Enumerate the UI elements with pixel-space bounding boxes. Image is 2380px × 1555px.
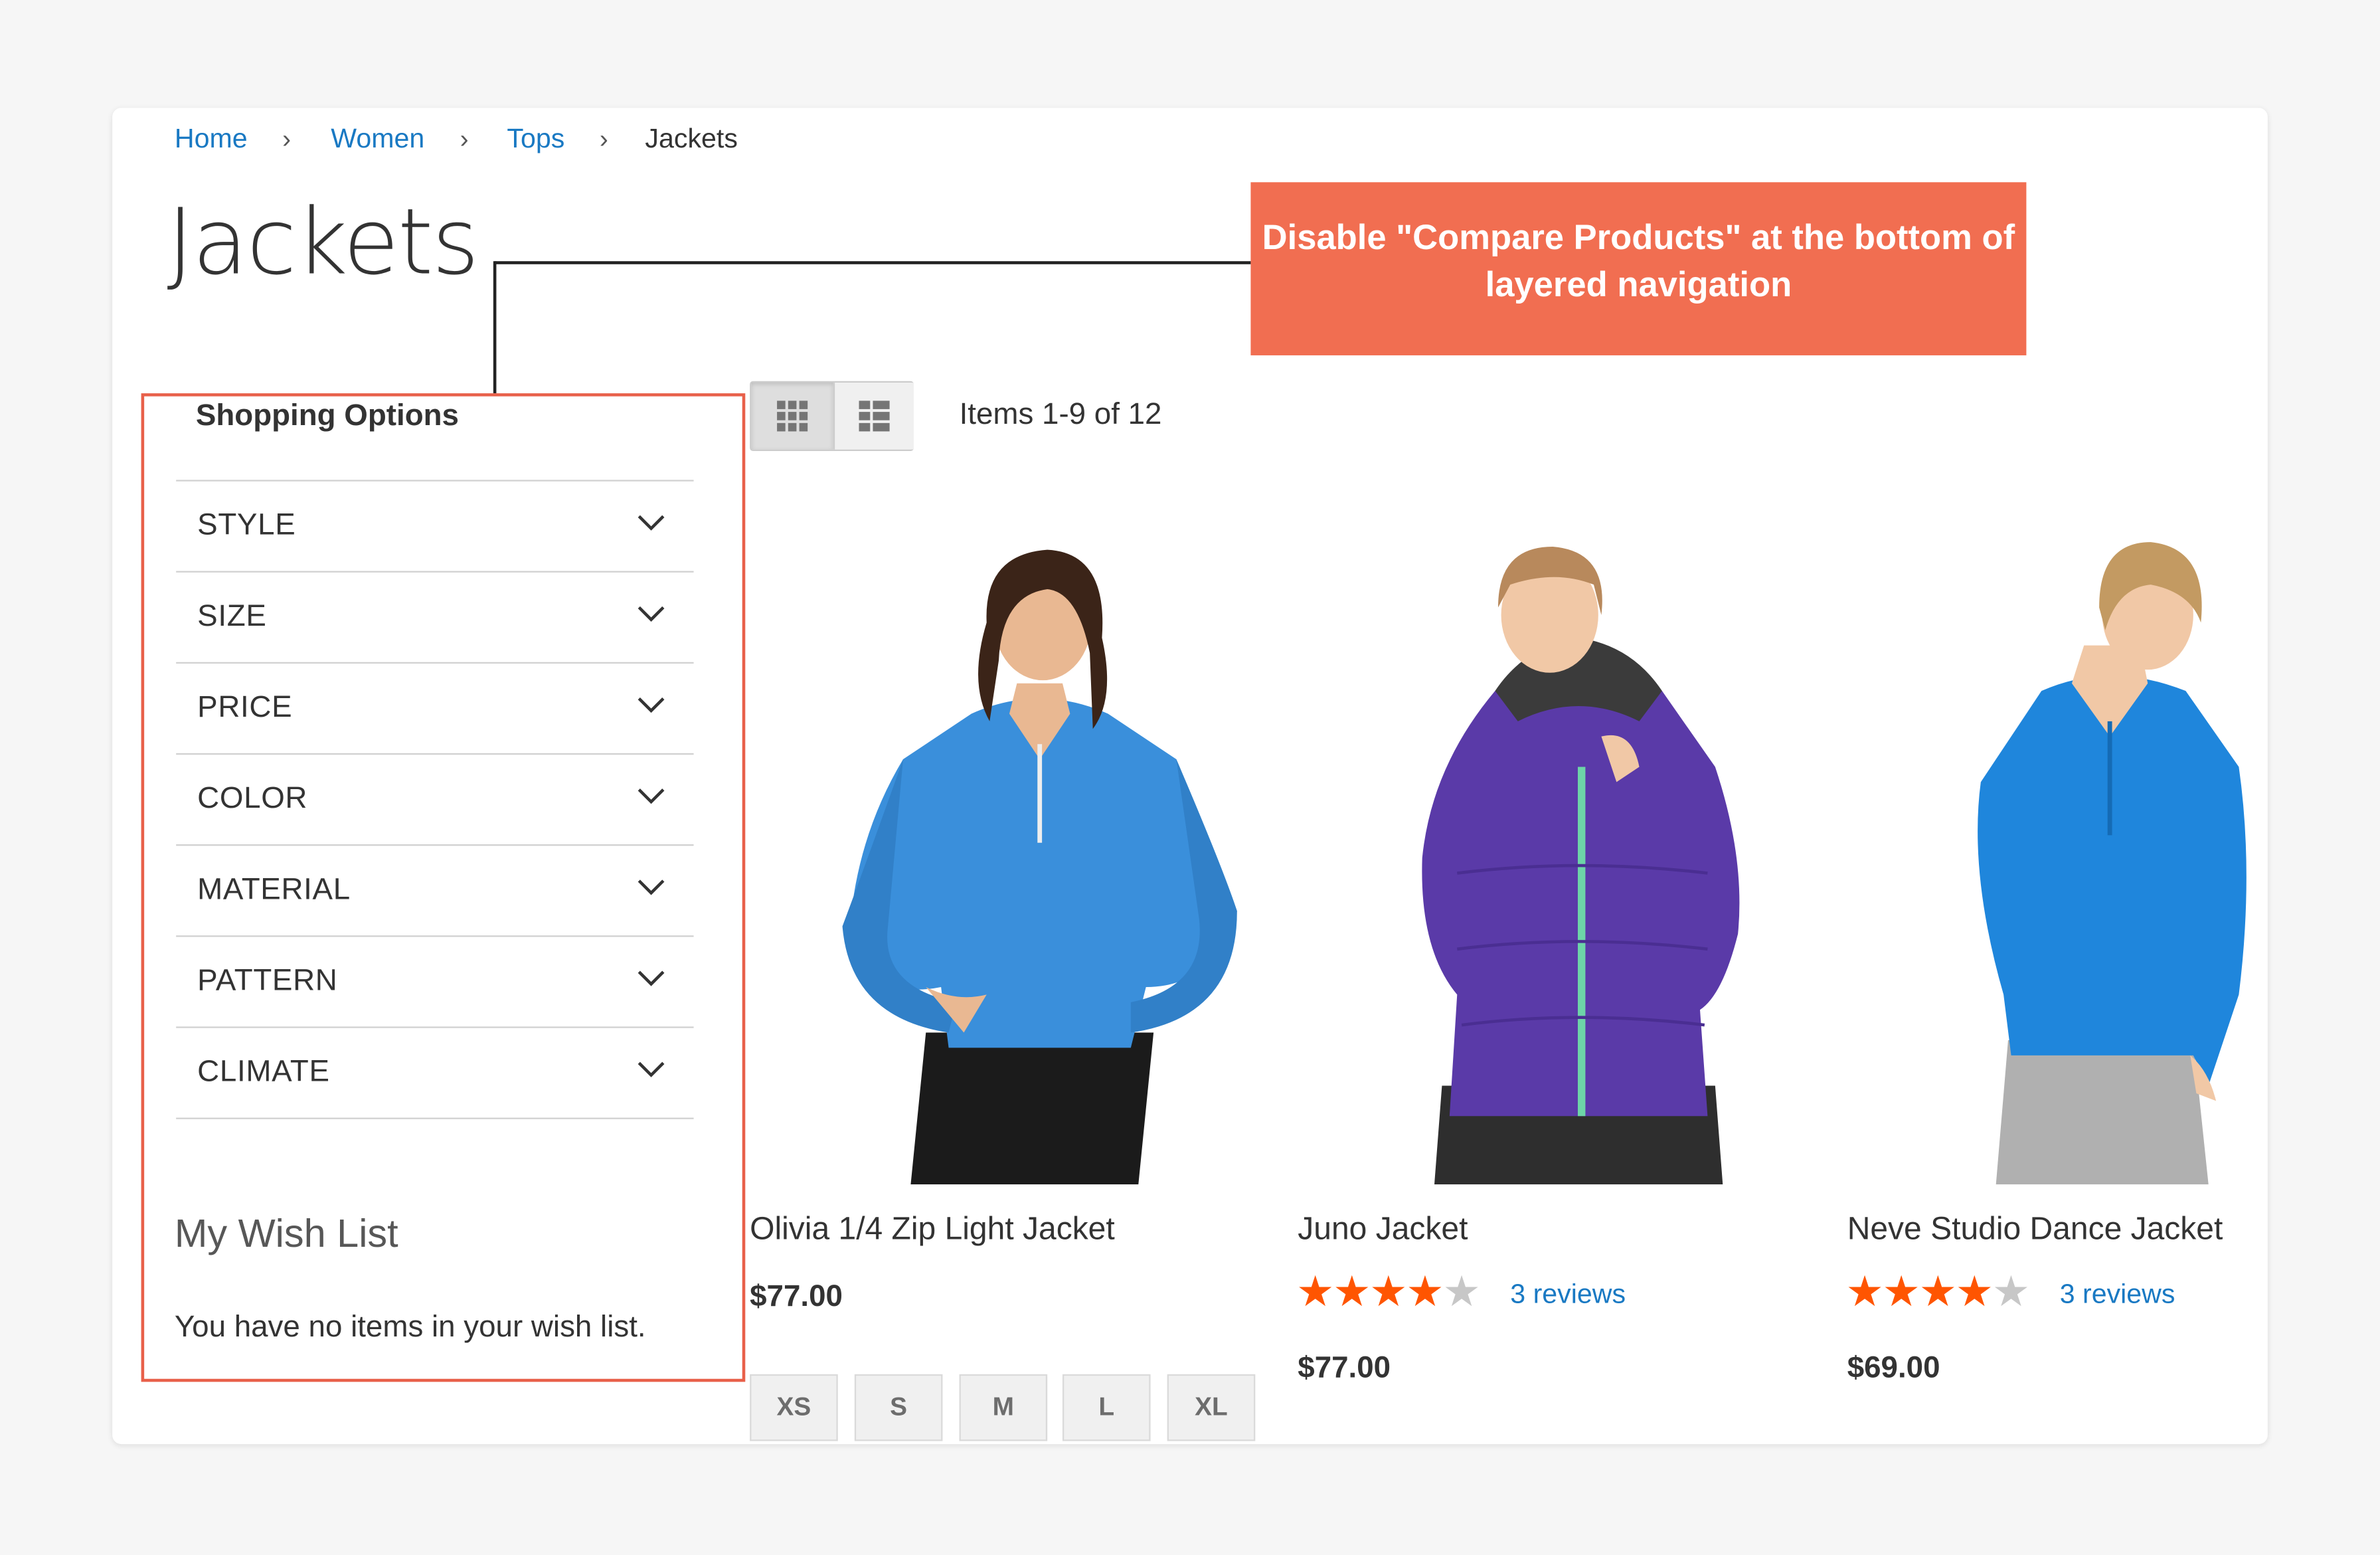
page-title: Jackets: [167, 189, 479, 296]
filter-price[interactable]: PRICE: [176, 662, 694, 753]
filter-color[interactable]: COLOR: [176, 753, 694, 844]
callout-connector: [495, 261, 1251, 264]
chevron-down-icon: [638, 970, 665, 986]
filter-label: PATTERN: [197, 964, 338, 998]
view-mode-switcher: [750, 381, 914, 451]
size-swatch-s[interactable]: S: [854, 1374, 943, 1441]
filter-material[interactable]: MATERIAL: [176, 844, 694, 935]
reviews-link[interactable]: 3 reviews: [2060, 1279, 2175, 1311]
toolbar-amount: Items 1-9 of 12: [959, 397, 1162, 432]
filter-size[interactable]: SIZE: [176, 571, 694, 662]
list-view-button[interactable]: [833, 383, 914, 450]
chevron-down-icon: [638, 515, 665, 531]
chevron-down-icon: [638, 697, 665, 713]
product-image-juno[interactable]: [1404, 539, 1753, 1185]
size-swatch-m[interactable]: M: [959, 1374, 1048, 1441]
filter-label: STYLE: [197, 508, 296, 543]
filter-label: PRICE: [197, 691, 293, 725]
filter-label: CLIMATE: [197, 1055, 330, 1089]
product-image-olivia[interactable]: [819, 531, 1260, 1185]
product-name-link[interactable]: Juno Jacket: [1298, 1212, 1468, 1248]
grid-view-button[interactable]: [751, 383, 833, 450]
breadcrumb-home[interactable]: Home: [175, 123, 248, 155]
breadcrumb-women[interactable]: Women: [331, 123, 424, 155]
wishlist-title: My Wish List: [174, 1210, 398, 1256]
wishlist-empty-text: You have no items in your wish list.: [174, 1310, 646, 1344]
shopping-options-title: Shopping Options: [195, 399, 459, 433]
callout-connector-vertical: [493, 261, 497, 394]
breadcrumb-chevron-icon: ›: [460, 124, 469, 153]
annotation-callout: Disable "Compare Products" at the bottom…: [1250, 182, 2027, 355]
filter-climate[interactable]: CLIMATE: [176, 1026, 694, 1117]
breadcrumb-chevron-icon: ›: [599, 124, 608, 153]
breadcrumb-chevron-icon: ›: [282, 124, 292, 153]
product-name-link[interactable]: Olivia 1/4 Zip Light Jacket: [750, 1212, 1115, 1248]
product-name-link[interactable]: Neve Studio Dance Jacket: [1847, 1212, 2223, 1248]
chevron-down-icon: [638, 788, 665, 804]
breadcrumb-current: Jackets: [645, 123, 738, 153]
product-price: $69.00: [1847, 1351, 1940, 1385]
product-price: $77.00: [1298, 1351, 1391, 1385]
filter-label: COLOR: [197, 782, 308, 816]
chevron-down-icon: [638, 879, 665, 895]
rating-stars: ★★★★★: [1296, 1267, 1481, 1315]
product-image-neve[interactable]: [1966, 539, 2254, 1185]
rating-stars: ★★★★★: [1845, 1267, 2030, 1315]
grid-icon: [777, 401, 808, 432]
filter-label: SIZE: [197, 600, 267, 634]
chevron-down-icon: [638, 1061, 665, 1077]
chevron-down-icon: [638, 606, 665, 622]
list-icon: [859, 401, 890, 432]
size-swatch-l[interactable]: L: [1062, 1374, 1151, 1441]
filter-style[interactable]: STYLE: [176, 480, 694, 571]
size-swatch-xs[interactable]: XS: [750, 1374, 838, 1441]
filter-divider: [176, 1117, 694, 1119]
filter-pattern[interactable]: PATTERN: [176, 935, 694, 1026]
breadcrumb-tops[interactable]: Tops: [507, 123, 564, 155]
product-price: $77.00: [750, 1280, 843, 1314]
size-swatch-xl[interactable]: XL: [1167, 1374, 1256, 1441]
reviews-link[interactable]: 3 reviews: [1510, 1279, 1626, 1311]
filter-label: MATERIAL: [197, 873, 351, 907]
